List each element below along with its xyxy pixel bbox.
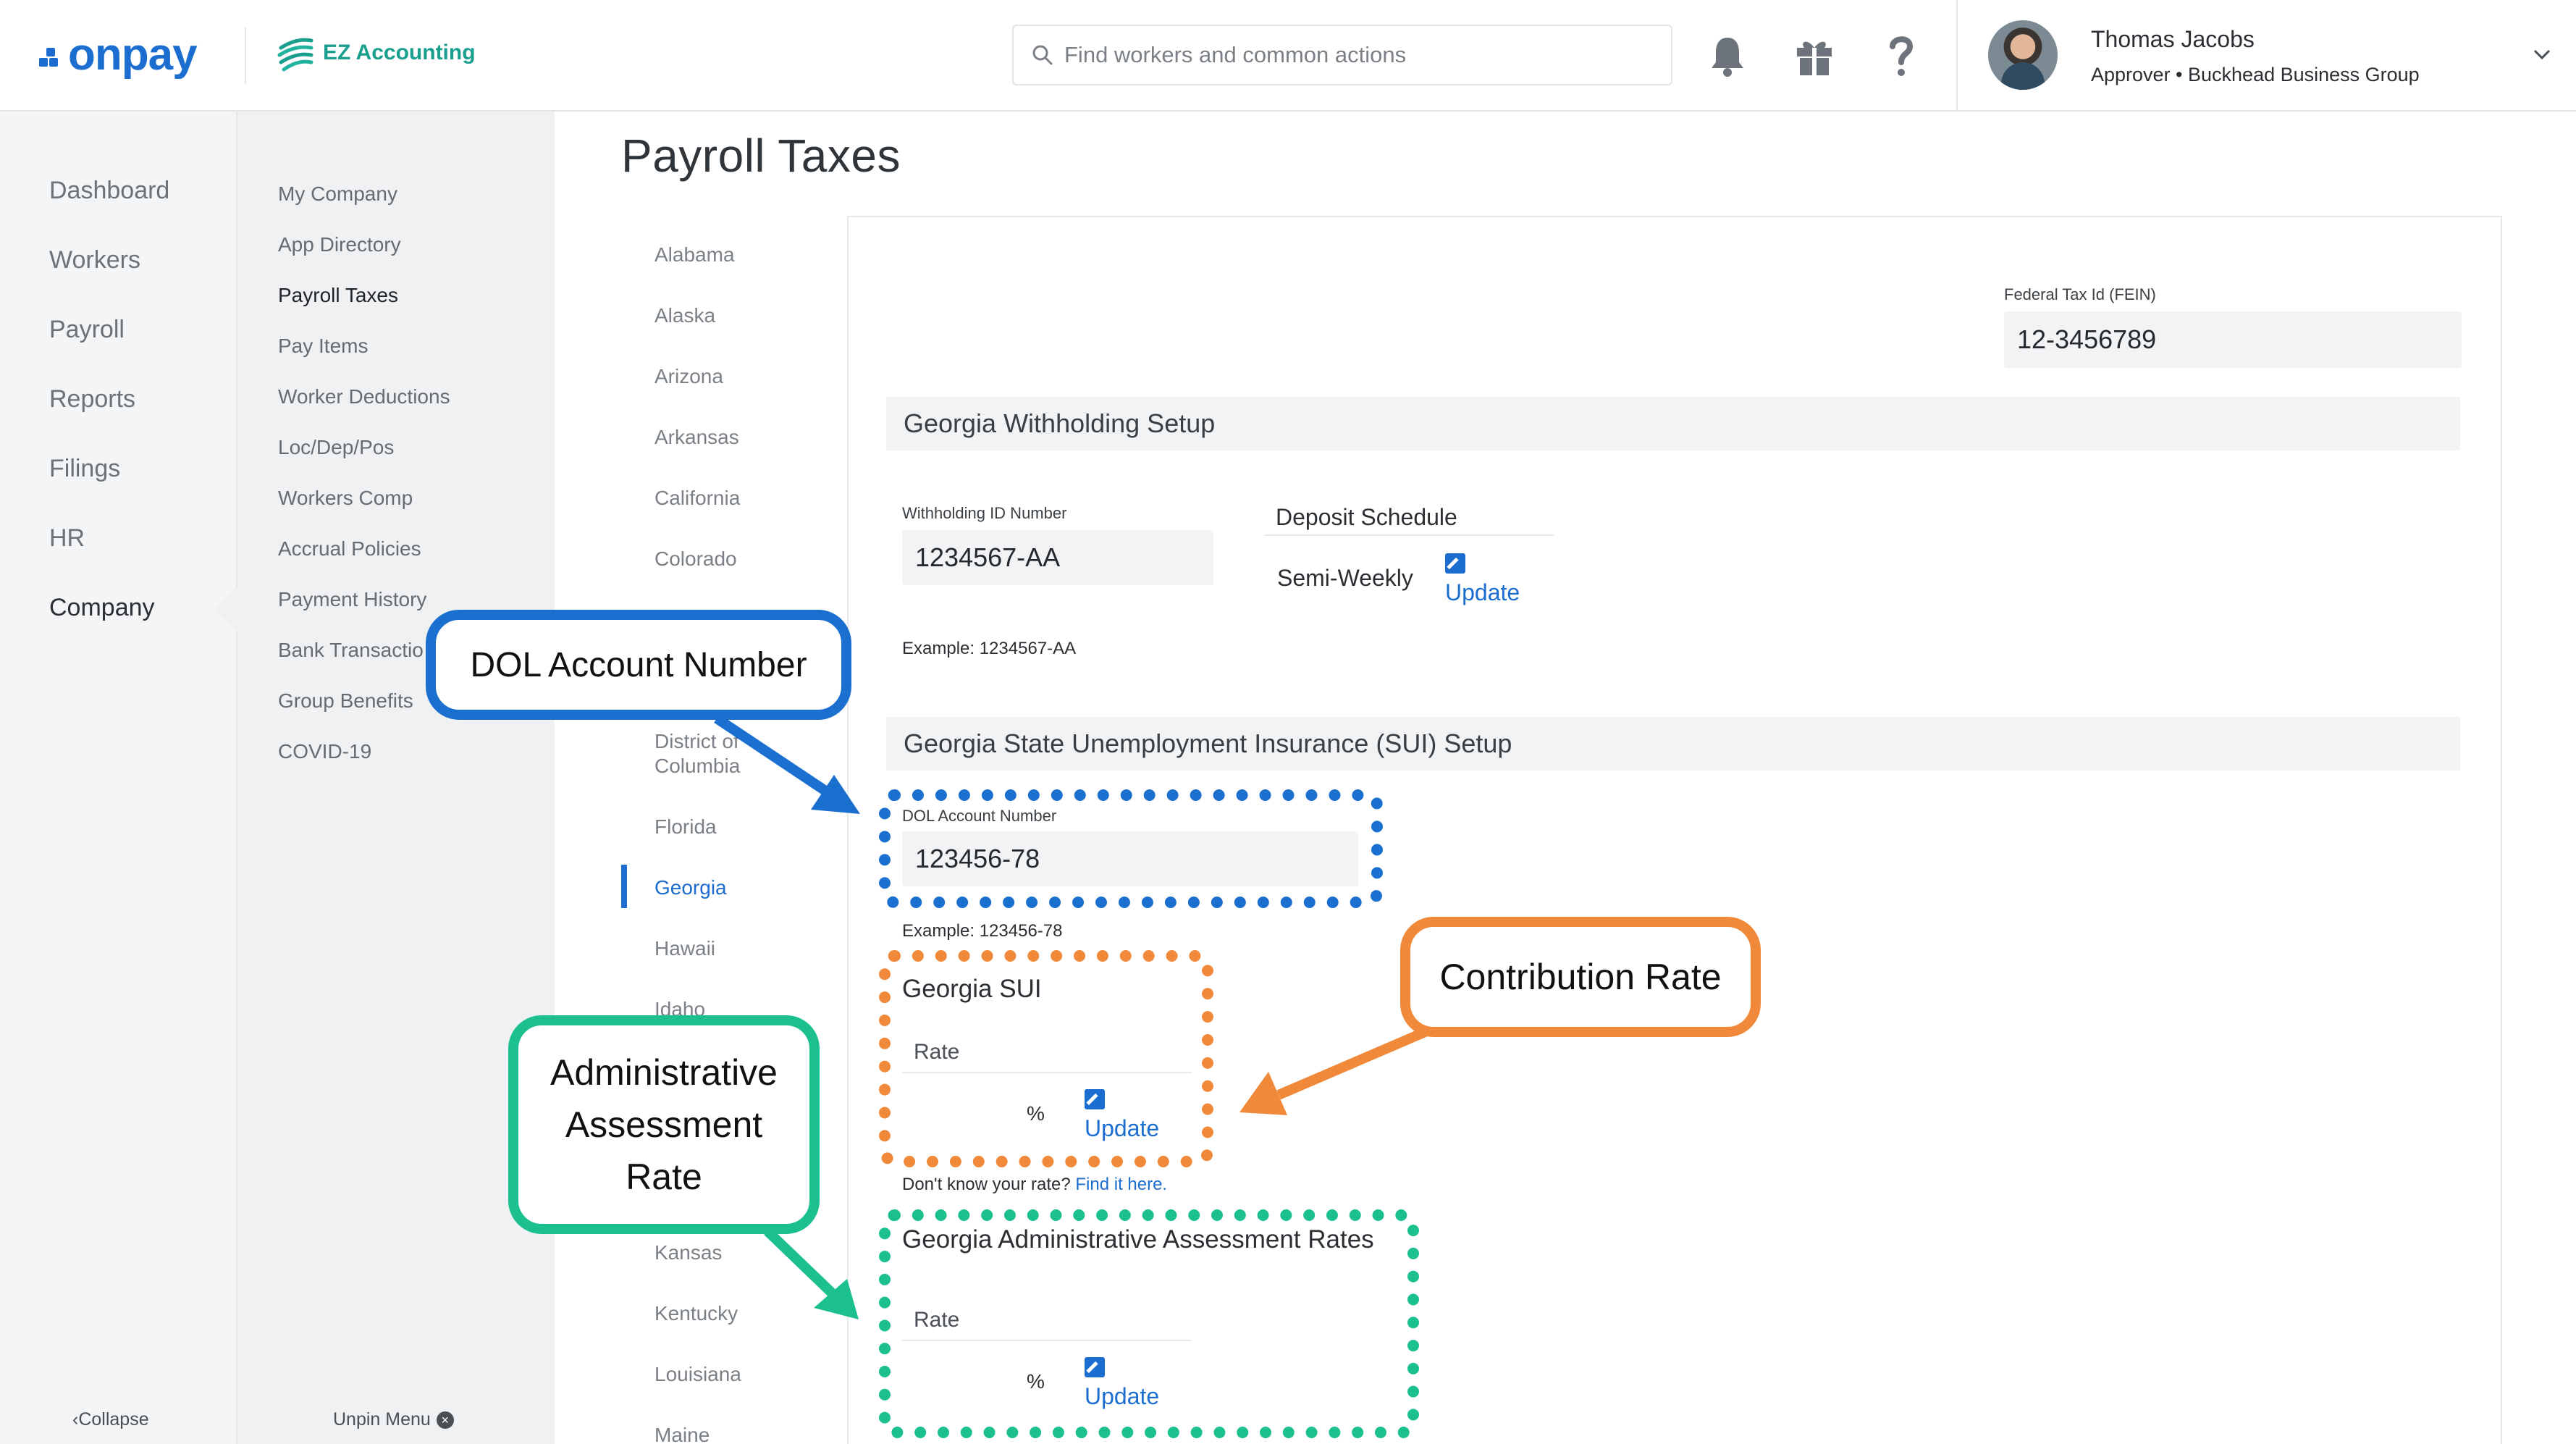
contribution-arrow xyxy=(1239,1023,1436,1115)
dol-callout: DOL Account Number xyxy=(426,610,851,720)
admin-callout-line-3: Rate xyxy=(626,1157,702,1197)
admin-callout: Administrative Assessment Rate xyxy=(508,1015,820,1234)
admin-callout-line-2: Assessment xyxy=(565,1104,763,1145)
admin-arrow xyxy=(764,1227,859,1319)
dol-arrow xyxy=(714,714,860,814)
admin-callout-line-1: Administrative xyxy=(550,1052,778,1093)
annotation-arrows xyxy=(714,714,1436,1319)
contribution-callout: Contribution Rate xyxy=(1400,917,1761,1037)
